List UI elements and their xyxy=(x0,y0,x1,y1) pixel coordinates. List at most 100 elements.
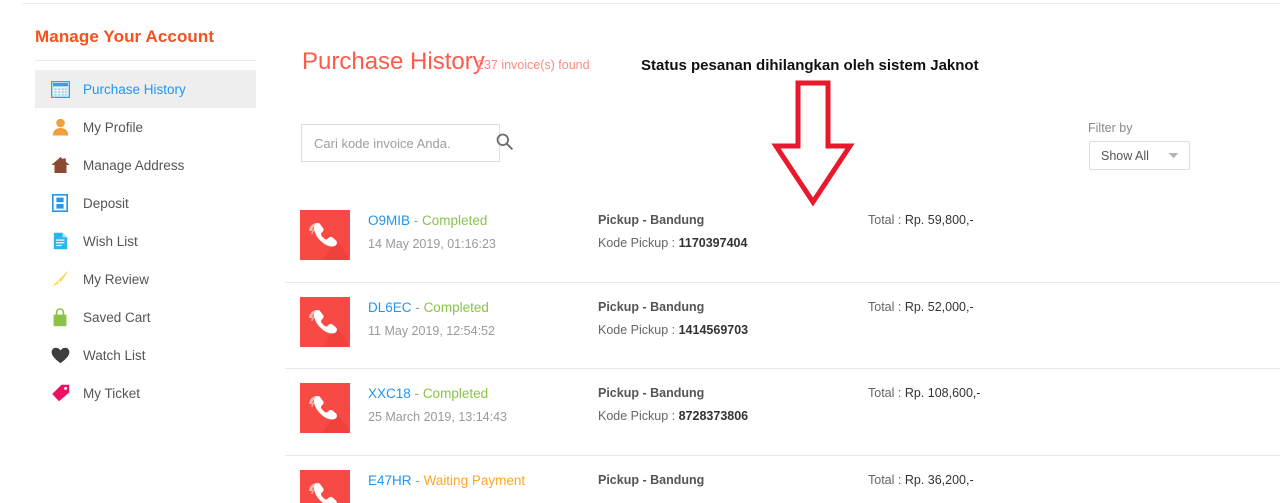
total-value: Rp. 59,800,- xyxy=(904,213,974,227)
sidebar-item-label: Deposit xyxy=(83,195,129,211)
order-pickup: Pickup - Bandung Kode Pickup : 872837380… xyxy=(598,383,868,423)
sidebar-item-label: Wish List xyxy=(83,233,138,249)
order-total: Total : Rp. 59,800,- xyxy=(868,210,1128,227)
total-line: Total : Rp. 59,800,- xyxy=(868,213,1128,227)
order-info: O9MIB - Completed 14 May 2019, 01:16:23 xyxy=(368,210,598,251)
chevron-down-icon xyxy=(1168,152,1189,159)
order-total: Total : Rp. 52,000,- xyxy=(868,297,1128,314)
sidebar-item-deposit[interactable]: Deposit xyxy=(35,184,256,222)
pickup-location: Pickup - Bandung xyxy=(598,386,705,400)
invoice-separator: - xyxy=(414,386,420,401)
total-label: Total : xyxy=(868,472,905,487)
sidebar-item-label: My Ticket xyxy=(83,385,141,401)
order-info: DL6EC - Completed 11 May 2019, 12:54:52 xyxy=(368,297,598,338)
invoice-code[interactable]: XXC18 xyxy=(368,386,411,401)
order-pickup: Pickup - Bandung Kode Pickup : 141456970… xyxy=(598,297,868,337)
order-info: XXC18 - Completed 25 March 2019, 13:14:4… xyxy=(368,383,598,424)
table-row[interactable]: E47HR - Waiting Payment Pickup - Bandung… xyxy=(285,456,1280,503)
total-label: Total : xyxy=(868,386,905,400)
sidebar-item-watch-list[interactable]: Watch List xyxy=(35,336,256,374)
phone-handset-icon xyxy=(300,223,350,260)
annotation-arrow-down-icon xyxy=(771,78,855,213)
order-total: Total : Rp. 36,200,- xyxy=(868,470,1128,487)
invoice-line: XXC18 - Completed xyxy=(368,385,598,403)
invoice-code[interactable]: O9MIB xyxy=(368,213,410,228)
order-thumbnail[interactable] xyxy=(300,210,350,260)
status-badge: Waiting Payment xyxy=(423,472,526,488)
total-value: Rp. 108,600,- xyxy=(904,386,981,400)
pickup-code-value: 8728373806 xyxy=(678,409,749,423)
order-thumbnail[interactable] xyxy=(300,296,350,347)
pickup-location: Pickup - Bandung xyxy=(598,213,705,227)
sidebar-nav: Purchase History My Profile Manage Addre… xyxy=(35,70,256,412)
pickup-code-line: Kode Pickup : 8728373806 xyxy=(598,409,868,423)
invoice-line: E47HR - Waiting Payment xyxy=(368,472,598,490)
phone-handset-icon xyxy=(300,309,350,347)
tag-icon xyxy=(49,383,71,403)
purchase-history-main: Purchase History 237 invoice(s) found St… xyxy=(285,0,1280,503)
sidebar-item-label: My Review xyxy=(83,271,150,287)
document-icon xyxy=(49,231,71,251)
annotation-label: Status pesanan dihilangkan oleh sistem J… xyxy=(641,57,979,74)
sidebar-item-saved-cart[interactable]: Saved Cart xyxy=(35,298,256,336)
status-badge: Completed xyxy=(422,386,489,401)
pickup-code-value: 1170397404 xyxy=(678,236,748,250)
order-list: O9MIB - Completed 14 May 2019, 01:16:23 … xyxy=(285,196,1280,503)
invoice-code[interactable]: E47HR xyxy=(368,473,412,488)
search-button[interactable] xyxy=(496,125,513,161)
sidebar-item-my-ticket[interactable]: My Ticket xyxy=(35,374,256,412)
heart-icon xyxy=(49,345,71,365)
home-icon xyxy=(49,155,71,175)
order-date: 25 March 2019, 13:14:43 xyxy=(368,410,507,424)
order-info: E47HR - Waiting Payment xyxy=(368,470,598,497)
pickup-code-value: 1414569703 xyxy=(678,322,749,337)
filter-by-label: Filter by xyxy=(1088,121,1133,135)
sidebar-item-wish-list[interactable]: Wish List xyxy=(35,222,256,260)
sidebar-item-manage-address[interactable]: Manage Address xyxy=(35,146,256,184)
total-label: Total : xyxy=(868,299,905,314)
filter-select[interactable]: Show All xyxy=(1089,141,1190,170)
invoice-code[interactable]: DL6EC xyxy=(368,300,412,315)
sidebar-item-label: Watch List xyxy=(83,347,146,363)
order-pickup: Pickup - Bandung xyxy=(598,470,868,496)
search-input[interactable] xyxy=(302,125,496,161)
total-value: Rp. 52,000,- xyxy=(904,299,974,314)
deposit-icon xyxy=(49,193,71,213)
user-icon xyxy=(49,117,71,137)
order-thumbnail[interactable] xyxy=(300,383,350,433)
pickup-code-label: Kode Pickup : xyxy=(598,409,679,423)
total-value: Rp. 36,200,- xyxy=(904,472,974,487)
pickup-code-line: Kode Pickup : 1414569703 xyxy=(598,323,868,337)
sidebar-item-label: My Profile xyxy=(83,119,144,135)
sidebar-item-label: Saved Cart xyxy=(83,309,151,325)
sidebar-item-my-review[interactable]: My Review xyxy=(35,260,256,298)
sidebar-divider xyxy=(35,60,256,61)
sidebar-item-label: Purchase History xyxy=(83,81,186,97)
page-title: Manage Your Account xyxy=(35,27,215,46)
table-row[interactable]: XXC18 - Completed 25 March 2019, 13:14:4… xyxy=(285,369,1280,456)
invoice-line: O9MIB - Completed xyxy=(368,212,598,230)
pickup-location: Pickup - Bandung xyxy=(598,299,705,314)
order-total: Total : Rp. 108,600,- xyxy=(868,383,1128,400)
order-date: 11 May 2019, 12:54:52 xyxy=(368,323,495,338)
pickup-location: Pickup - Bandung xyxy=(598,472,705,487)
pickup-code-label: Kode Pickup : xyxy=(598,236,679,250)
table-row[interactable]: O9MIB - Completed 14 May 2019, 01:16:23 … xyxy=(285,196,1280,283)
total-line: Total : Rp. 36,200,- xyxy=(868,473,1128,487)
order-thumbnail[interactable] xyxy=(300,469,350,503)
search-box[interactable] xyxy=(301,124,513,162)
invoice-separator: - xyxy=(415,472,420,488)
invoice-line: DL6EC - Completed xyxy=(368,299,598,317)
filter-select-value: Show All xyxy=(1101,148,1149,163)
pickup-code-label: Kode Pickup : xyxy=(598,322,679,337)
sidebar-item-my-profile[interactable]: My Profile xyxy=(35,108,256,146)
total-label: Total : xyxy=(868,213,905,227)
total-line: Total : Rp. 52,000,- xyxy=(868,300,1128,314)
sidebar-item-label: Manage Address xyxy=(83,157,185,173)
table-row[interactable]: DL6EC - Completed 11 May 2019, 12:54:52 … xyxy=(285,283,1280,369)
purchase-history-page: Manage Your Account Purchase History My … xyxy=(0,0,1280,503)
account-sidebar: Manage Your Account Purchase History My … xyxy=(0,0,285,503)
brush-icon xyxy=(49,269,71,289)
sidebar-item-purchase-history[interactable]: Purchase History xyxy=(35,70,256,108)
phone-handset-icon xyxy=(300,396,350,433)
